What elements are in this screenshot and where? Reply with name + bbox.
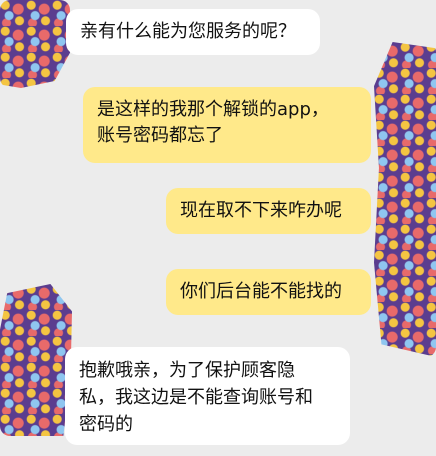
agent-avatar[interactable] <box>0 284 72 436</box>
message-text: 是这样的我那个解锁的app， <box>97 99 329 120</box>
message-text: 亲有什么能为您服务的呢？ <box>80 21 296 42</box>
message-bubble-outgoing[interactable]: 现在取不下来咋办呢 <box>166 188 371 234</box>
agent-avatar[interactable] <box>0 0 70 88</box>
message-text: 密码的 <box>79 414 133 435</box>
message-bubble-incoming[interactable]: 亲有什么能为您服务的呢？ <box>66 9 320 55</box>
chat-window: 亲有什么能为您服务的呢？ 是这样的我那个解锁的app， 账号密码都忘了 现在取不… <box>0 0 436 456</box>
message-text: 现在取不下来咋办呢 <box>180 200 342 221</box>
message-bubble-incoming[interactable]: 抱歉哦亲，为了保护顾客隐 私，我这边是不能查询账号和 密码的 <box>65 347 350 445</box>
message-text: 你们后台能不能找的 <box>180 281 342 302</box>
message-text: 私，我这边是不能查询账号和 <box>79 387 313 408</box>
message-bubble-outgoing[interactable]: 是这样的我那个解锁的app， 账号密码都忘了 <box>83 87 371 163</box>
message-text: 账号密码都忘了 <box>97 125 223 146</box>
user-avatar[interactable] <box>374 42 436 357</box>
message-text: 抱歉哦亲，为了保护顾客隐 <box>79 360 295 381</box>
message-bubble-outgoing[interactable]: 你们后台能不能找的 <box>166 269 371 315</box>
